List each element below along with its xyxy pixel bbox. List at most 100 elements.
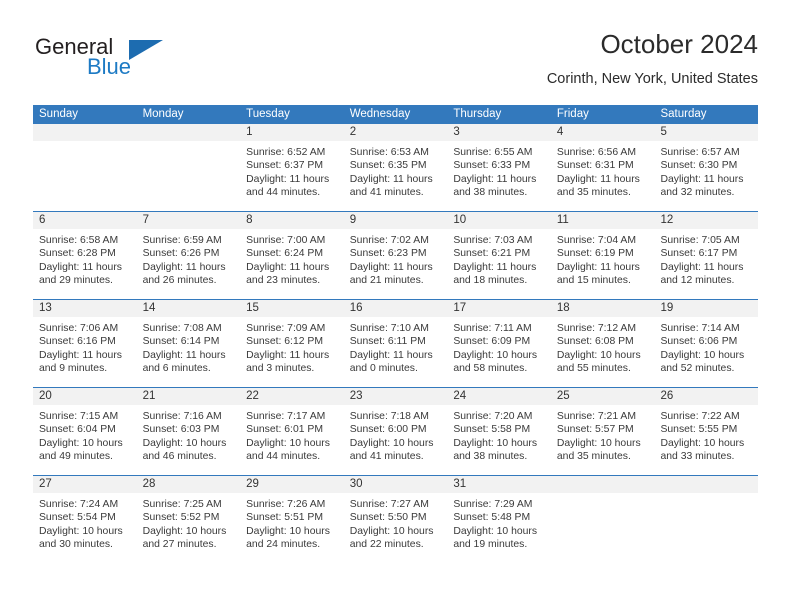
day-detail-body: Sunrise: 7:08 AM Sunset: 6:14 PM Daylight:… <box>137 317 241 376</box>
daylight-text-line2: and 46 minutes. <box>142 451 217 463</box>
sunrise-text: Sunrise: 6:56 AM <box>556 147 637 158</box>
daylight-text-line2: and 49 minutes. <box>39 451 113 463</box>
daylight-text-line1: Daylight: 10 hours <box>556 437 641 449</box>
daylight-text-line1: Daylight: 11 hours <box>660 173 744 185</box>
day-cell[interactable]: 22 Sunrise: 7:17 AM Sunset: 6:01 PM Dayligh… <box>240 388 344 475</box>
day-cell-empty <box>136 124 241 211</box>
day-detail-body: Sunrise: 7:26 AM Sunset: 5:51 PM Daylight:… <box>240 493 344 552</box>
day-cell-empty <box>654 476 759 563</box>
day-detail-body: Sunrise: 7:20 AM Sunset: 5:58 PM Daylight:… <box>447 405 551 464</box>
day-detail-body: Sunrise: 7:22 AM Sunset: 5:55 PM Daylight:… <box>654 405 758 464</box>
day-number: 18 <box>556 302 570 314</box>
sunset-text: Sunset: 5:52 PM <box>142 512 220 524</box>
day-cell[interactable]: 21 Sunrise: 7:16 AM Sunset: 6:03 PM Dayligh… <box>136 388 241 475</box>
daylight-text-line2: and 32 minutes. <box>660 187 735 199</box>
day-cell[interactable]: 26 Sunrise: 7:22 AM Sunset: 5:55 PM Dayligh… <box>654 388 759 475</box>
weekday-header-monday: Monday <box>142 108 184 120</box>
day-detail-body: Sunrise: 7:12 AM Sunset: 6:08 PM Daylight:… <box>551 317 655 376</box>
day-cell[interactable]: 9 Sunrise: 7:02 AM Sunset: 6:23 PM Daylight… <box>343 212 448 299</box>
daylight-text-line1: Daylight: 10 hours <box>246 437 330 449</box>
day-number-band <box>550 476 655 493</box>
day-cell[interactable]: 29 Sunrise: 7:26 AM Sunset: 5:51 PM Dayligh… <box>240 476 344 563</box>
day-cell[interactable]: 25 Sunrise: 7:21 AM Sunset: 5:57 PM Dayligh… <box>550 388 655 475</box>
sunset-text: Sunset: 6:33 PM <box>453 160 531 172</box>
day-number: 3 <box>453 126 460 138</box>
day-cell[interactable]: 30 Sunrise: 7:27 AM Sunset: 5:50 PM Dayligh… <box>343 476 448 563</box>
day-cell[interactable]: 6 Sunrise: 6:58 AM Sunset: 6:28 PM Daylight… <box>33 212 137 299</box>
day-detail-body: Sunrise: 7:15 AM Sunset: 6:04 PM Daylight:… <box>33 405 137 464</box>
day-number-band: 17 <box>447 300 551 317</box>
day-number-band: 24 <box>447 388 551 405</box>
daylight-text-line1: Daylight: 11 hours <box>39 261 122 273</box>
sunrise-text: Sunrise: 7:15 AM <box>39 411 119 422</box>
day-cell[interactable]: 7 Sunrise: 6:59 AM Sunset: 6:26 PM Daylight… <box>136 212 241 299</box>
day-cell[interactable]: 10 Sunrise: 7:03 AM Sunset: 6:21 PM Dayligh… <box>447 212 551 299</box>
sunset-text: Sunset: 6:21 PM <box>453 248 531 260</box>
sunset-text: Sunset: 6:23 PM <box>349 248 427 260</box>
day-number: 25 <box>556 390 570 402</box>
day-number-band: 3 <box>447 124 551 141</box>
day-number-band: 27 <box>33 476 137 493</box>
daylight-text-line1: Daylight: 10 hours <box>349 437 434 449</box>
day-cell[interactable]: 28 Sunrise: 7:25 AM Sunset: 5:52 PM Dayligh… <box>136 476 241 563</box>
day-cell[interactable]: 13 Sunrise: 7:06 AM Sunset: 6:16 PM Dayligh… <box>33 300 137 387</box>
day-number: 23 <box>349 390 363 402</box>
daylight-text-line2: and 15 minutes. <box>556 275 631 287</box>
logo-text-blue: Blue <box>87 54 132 79</box>
general-blue-logo[interactable]: General Blue <box>33 34 213 84</box>
day-cell[interactable]: 24 Sunrise: 7:20 AM Sunset: 5:58 PM Dayligh… <box>447 388 551 475</box>
daylight-text-line2: and 38 minutes. <box>453 451 528 463</box>
day-cell[interactable]: 20 Sunrise: 7:15 AM Sunset: 6:04 PM Dayligh… <box>33 388 137 475</box>
sunrise-text: Sunrise: 7:14 AM <box>660 323 740 334</box>
day-cell[interactable]: 12 Sunrise: 7:05 AM Sunset: 6:17 PM Dayligh… <box>654 212 759 299</box>
day-number-band: 22 <box>240 388 344 405</box>
daylight-text-line1: Daylight: 10 hours <box>660 437 745 449</box>
day-cell[interactable]: 16 Sunrise: 7:10 AM Sunset: 6:11 PM Dayligh… <box>343 300 448 387</box>
day-cell[interactable]: 8 Sunrise: 7:00 AM Sunset: 6:24 PM Daylight… <box>240 212 344 299</box>
day-cell[interactable]: 31 Sunrise: 7:29 AM Sunset: 5:48 PM Dayligh… <box>447 476 551 563</box>
daylight-text-line1: Daylight: 10 hours <box>453 349 538 361</box>
sunrise-text: Sunrise: 7:11 AM <box>453 323 532 334</box>
day-cell[interactable]: 17 Sunrise: 7:11 AM Sunset: 6:09 PM Dayligh… <box>447 300 551 387</box>
sunset-text: Sunset: 6:12 PM <box>246 336 323 348</box>
day-cell[interactable]: 3 Sunrise: 6:55 AM Sunset: 6:33 PM Daylight… <box>447 124 551 211</box>
day-number-band: 19 <box>654 300 759 317</box>
daylight-text-line1: Daylight: 10 hours <box>453 525 538 537</box>
sunset-text: Sunset: 6:08 PM <box>556 336 634 348</box>
sunrise-text: Sunrise: 7:09 AM <box>246 323 326 334</box>
day-number: 6 <box>39 214 46 226</box>
daylight-text-line1: Daylight: 10 hours <box>142 437 227 449</box>
day-number: 13 <box>39 302 52 314</box>
weekday-header-wednesday: Wednesday <box>349 108 411 120</box>
day-number: 14 <box>142 302 156 314</box>
sunrise-text: Sunrise: 7:27 AM <box>349 499 429 510</box>
day-cell[interactable]: 11 Sunrise: 7:04 AM Sunset: 6:19 PM Dayligh… <box>550 212 655 299</box>
sunset-text: Sunset: 5:48 PM <box>453 512 531 524</box>
daylight-text-line2: and 6 minutes. <box>142 363 211 375</box>
day-detail-body: Sunrise: 7:04 AM Sunset: 6:19 PM Daylight:… <box>551 229 655 288</box>
daylight-text-line2: and 52 minutes. <box>660 363 735 375</box>
day-cell[interactable]: 1 Sunrise: 6:52 AM Sunset: 6:37 PM Daylight… <box>240 124 344 211</box>
day-cell[interactable]: 15 Sunrise: 7:09 AM Sunset: 6:12 PM Dayligh… <box>240 300 344 387</box>
day-number-band: 21 <box>136 388 241 405</box>
day-number: 4 <box>556 126 564 138</box>
daylight-text-line2: and 12 minutes. <box>660 275 735 287</box>
week-row: 13 Sunrise: 7:06 AM Sunset: 6:16 PM Dayligh… <box>33 299 759 387</box>
day-cell[interactable]: 14 Sunrise: 7:08 AM Sunset: 6:14 PM Dayligh… <box>136 300 241 387</box>
sunrise-text: Sunrise: 7:22 AM <box>660 411 740 422</box>
daylight-text-line1: Daylight: 10 hours <box>246 525 330 537</box>
sunrise-text: Sunrise: 6:55 AM <box>453 147 533 158</box>
day-detail-body: Sunrise: 7:17 AM Sunset: 6:01 PM Daylight:… <box>240 405 344 464</box>
day-cell[interactable]: 5 Sunrise: 6:57 AM Sunset: 6:30 PM Daylight… <box>654 124 759 211</box>
weekday-header-tuesday: Tuesday <box>246 108 290 120</box>
day-cell[interactable]: 23 Sunrise: 7:18 AM Sunset: 6:00 PM Dayligh… <box>343 388 448 475</box>
sunset-text: Sunset: 6:19 PM <box>556 248 634 260</box>
day-cell-empty <box>550 476 655 563</box>
day-number-band: 25 <box>550 388 655 405</box>
day-cell[interactable]: 27 Sunrise: 7:24 AM Sunset: 5:54 PM Dayligh… <box>33 476 137 563</box>
day-detail-body: Sunrise: 7:25 AM Sunset: 5:52 PM Daylight:… <box>137 493 241 552</box>
day-cell[interactable]: 2 Sunrise: 6:53 AM Sunset: 6:35 PM Daylight… <box>343 124 448 211</box>
day-cell[interactable]: 4 Sunrise: 6:56 AM Sunset: 6:31 PM Daylight… <box>550 124 655 211</box>
day-cell[interactable]: 19 Sunrise: 7:14 AM Sunset: 6:06 PM Dayligh… <box>654 300 759 387</box>
day-cell[interactable]: 18 Sunrise: 7:12 AM Sunset: 6:08 PM Dayligh… <box>550 300 655 387</box>
